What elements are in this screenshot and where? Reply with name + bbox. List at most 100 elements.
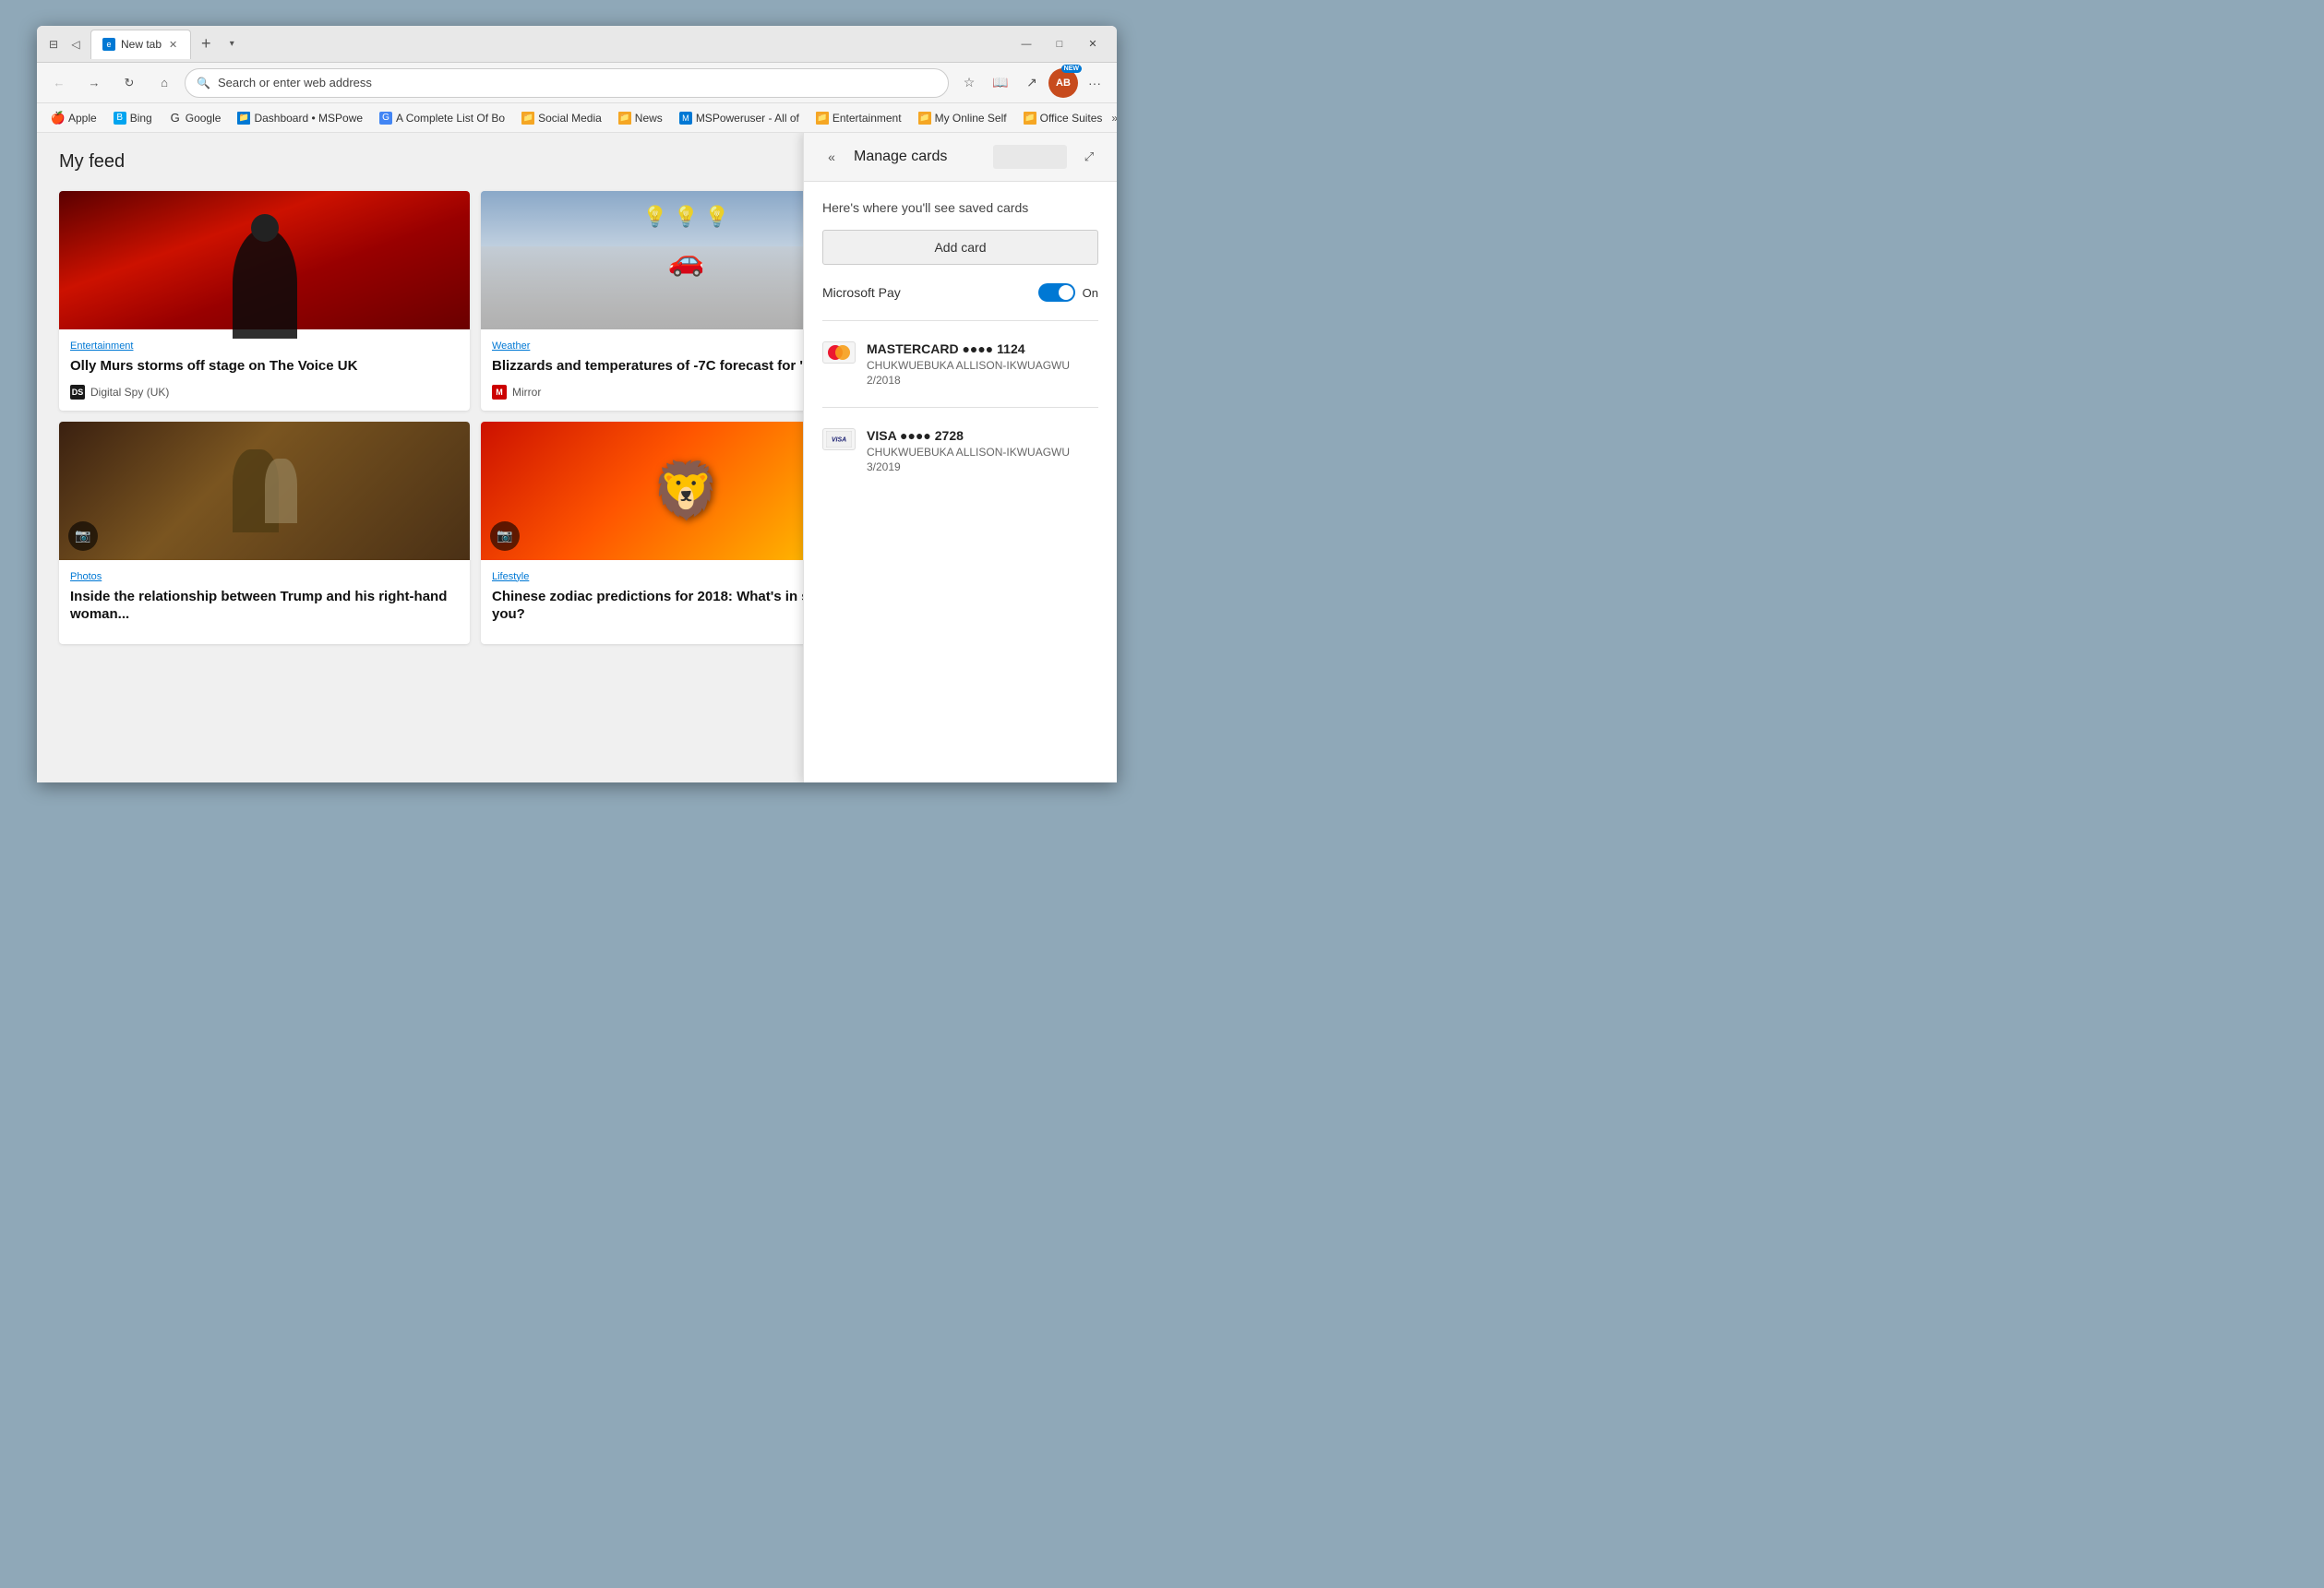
- tab-dropdown-button[interactable]: ▾: [221, 33, 243, 55]
- folder-icon: 📁: [1024, 112, 1036, 125]
- panel-title: Manage cards: [854, 149, 984, 165]
- bookmarks-bar: 🍎 Apple B Bing G Google 📁 Dashboard • MS…: [37, 103, 1117, 133]
- toggle-state-label: On: [1083, 286, 1098, 300]
- bookmark-google[interactable]: G Google: [162, 109, 229, 127]
- bookmark-label: Dashboard • MSPowe: [254, 112, 363, 125]
- window-controls-right: — □ ✕: [1010, 30, 1109, 59]
- share-button[interactable]: ↗: [1017, 68, 1047, 98]
- manage-cards-panel: « Manage cards ⤢ Here's where you'll see…: [803, 133, 1117, 782]
- new-tab-button[interactable]: +: [193, 31, 219, 57]
- maximize-button[interactable]: □: [1043, 30, 1076, 59]
- folder-icon: 📁: [237, 112, 250, 125]
- toggle-row: On: [1038, 283, 1098, 302]
- bookmark-entertainment[interactable]: 📁 Entertainment: [809, 109, 909, 127]
- forward-button[interactable]: →: [79, 68, 109, 98]
- feed-title: My feed: [59, 151, 892, 173]
- apple-favicon: 🍎: [52, 112, 65, 125]
- reading-mode-button[interactable]: 📖: [986, 68, 1015, 98]
- mastercard-expiry: 2/2018: [867, 374, 1098, 387]
- folder-icon: 📁: [918, 112, 931, 125]
- tab-close-button[interactable]: ✕: [167, 37, 179, 53]
- bookmark-label: Apple: [68, 112, 97, 125]
- bookmark-news[interactable]: 📁 News: [611, 109, 670, 127]
- browser-window: ⊟ ◁ e New tab ✕ + ▾ — □ ✕ ← → ↻ ⌂ 🔍 Sear…: [37, 26, 1117, 782]
- microsoft-pay-toggle[interactable]: [1038, 283, 1075, 302]
- source-icon-digitalspy: DS: [70, 385, 85, 400]
- window-controls-left: ⊟ ◁: [44, 35, 85, 54]
- tab-area: e New tab ✕ + ▾: [90, 26, 1004, 62]
- minimize-button[interactable]: —: [1010, 30, 1043, 59]
- nav-bar: ← → ↻ ⌂ 🔍 Search or enter web address ☆ …: [37, 63, 1117, 103]
- refresh-button[interactable]: ↻: [114, 68, 144, 98]
- bookmark-office-suites[interactable]: 📁 Office Suites: [1016, 109, 1110, 127]
- bookmark-label: Bing: [130, 112, 152, 125]
- active-tab[interactable]: e New tab ✕: [90, 30, 191, 59]
- microsoft-pay-header: Microsoft Pay On: [822, 283, 1098, 302]
- bookmark-label: Google: [186, 112, 222, 125]
- bookmark-completelist[interactable]: G A Complete List Of B‌o: [372, 109, 512, 127]
- card-source-entertainment: DS Digital Spy (UK): [70, 385, 459, 400]
- title-bar: ⊟ ◁ e New tab ✕ + ▾ — □ ✕: [37, 26, 1117, 63]
- bookmark-social-media[interactable]: 📁 Social Media: [514, 109, 609, 127]
- address-bar[interactable]: 🔍 Search or enter web address: [185, 68, 949, 98]
- back-button[interactable]: ←: [44, 68, 74, 98]
- nav-actions: ☆ 📖 ↗ AB NEW ···: [954, 68, 1109, 98]
- visa-holder: CHUKWUEBUKA ALLISON-IKWUAGWU: [867, 446, 1098, 459]
- add-card-button[interactable]: Add card: [822, 230, 1098, 265]
- panel-back-button[interactable]: «: [819, 144, 845, 170]
- source-icon-mirror: M: [492, 385, 507, 400]
- favorites-button[interactable]: ☆: [954, 68, 984, 98]
- feed-card-photos[interactable]: 📷 Photos Inside the relationship between…: [59, 422, 470, 644]
- mastercard-icon: [822, 341, 856, 364]
- visa-expiry: 3/2019: [867, 460, 1098, 473]
- source-name-digitalspy: Digital Spy (UK): [90, 386, 169, 399]
- panel-expand-button[interactable]: ⤢: [1076, 144, 1102, 170]
- microsoft-pay-label: Microsoft Pay: [822, 285, 901, 300]
- mspoweruser-favicon: M: [679, 112, 692, 125]
- camera-icon-lifestyle: 📷: [490, 521, 520, 551]
- bookmark-label: Social Media: [538, 112, 602, 125]
- card-divider-1: [822, 320, 1098, 321]
- home-button[interactable]: ⌂: [150, 68, 179, 98]
- bookmark-label: Entertainment: [833, 112, 902, 125]
- bookmark-label: News: [635, 112, 663, 125]
- address-text: Search or enter web address: [218, 76, 937, 90]
- panel-body: Here's where you'll see saved cards Add …: [804, 182, 1117, 782]
- camera-icon-photos: 📷: [68, 521, 98, 551]
- bookmark-dashboard[interactable]: 📁 Dashboard • MSPowe: [230, 109, 370, 127]
- mastercard-number: MASTERCARD ●●●● 1124: [867, 341, 1098, 356]
- feed-card-entertainment[interactable]: Entertainment Olly Murs storms off stage…: [59, 191, 470, 411]
- folder-icon: 📁: [816, 112, 829, 125]
- feed-area: My feed Entertainment Olly Murs storms o…: [37, 133, 914, 782]
- profile-initials: AB: [1056, 78, 1071, 89]
- tab-prev-icon[interactable]: ◁: [66, 35, 85, 54]
- bookmark-bing[interactable]: B Bing: [106, 109, 160, 127]
- card-body-photos: Photos Inside the relationship between T…: [59, 560, 470, 644]
- saved-card-mastercard[interactable]: MASTERCARD ●●●● 1124 CHUKWUEBUKA ALLISON…: [822, 332, 1098, 396]
- card-image-photos: 📷: [59, 422, 470, 560]
- card-category-entertainment[interactable]: Entertainment: [70, 340, 459, 352]
- bookmark-label: My Online Self: [935, 112, 1007, 125]
- mastercard-details: MASTERCARD ●●●● 1124 CHUKWUEBUKA ALLISON…: [867, 341, 1098, 387]
- main-content: My feed Entertainment Olly Murs storms o…: [37, 133, 1117, 782]
- card-body-entertainment: Entertainment Olly Murs storms off stage…: [59, 329, 470, 411]
- profile-button[interactable]: AB NEW: [1048, 68, 1078, 98]
- tab-restore-icon[interactable]: ⊟: [44, 35, 63, 54]
- saved-card-visa[interactable]: VISA VISA ●●●● 2728 CHUKWUEBUKA ALLISON-…: [822, 419, 1098, 483]
- bookmarks-more-button[interactable]: »: [1111, 107, 1117, 129]
- more-button[interactable]: ···: [1080, 68, 1109, 98]
- mastercard-holder: CHUKWUEBUKA ALLISON-IKWUAGWU: [867, 359, 1098, 372]
- visa-details: VISA ●●●● 2728 CHUKWUEBUKA ALLISON-IKWUA…: [867, 428, 1098, 473]
- close-button[interactable]: ✕: [1076, 30, 1109, 59]
- source-name-mirror: Mirror: [512, 386, 541, 399]
- bookmark-apple[interactable]: 🍎 Apple: [44, 109, 104, 127]
- feed-grid: Entertainment Olly Murs storms off stage…: [59, 191, 892, 644]
- panel-subtitle: Here's where you'll see saved cards: [822, 200, 1098, 215]
- panel-search-box[interactable]: [993, 145, 1067, 169]
- bookmark-label: A Complete List Of B‌o: [396, 112, 505, 125]
- bookmark-mspoweruser[interactable]: M MSPoweruser - All of: [672, 109, 807, 127]
- card-category-photos[interactable]: Photos: [70, 571, 459, 582]
- visa-icon: VISA: [822, 428, 856, 450]
- bookmark-my-online-self[interactable]: 📁 My Online Self: [911, 109, 1014, 127]
- card-title-entertainment: Olly Murs storms off stage on The Voice …: [70, 357, 459, 376]
